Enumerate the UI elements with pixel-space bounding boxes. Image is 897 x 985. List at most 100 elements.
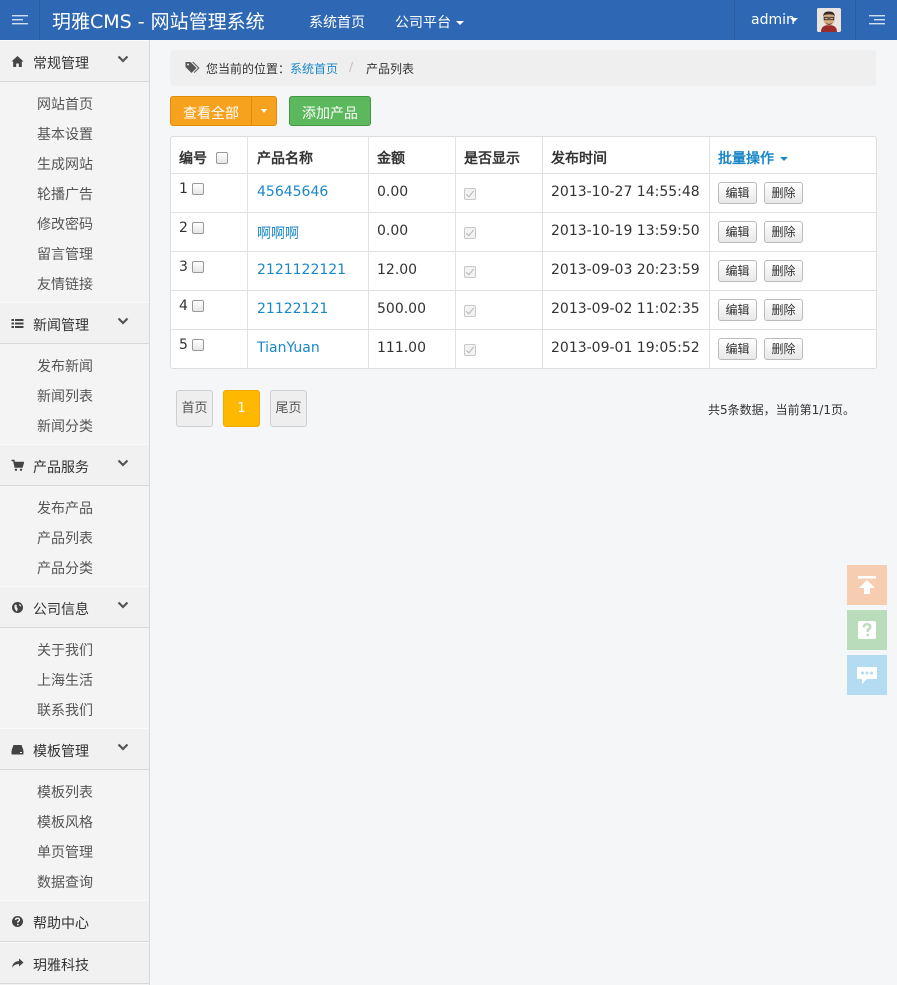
sidebar-item-change-password[interactable]: 修改密码 <box>37 214 93 234</box>
delete-button[interactable]: 删除 <box>764 260 803 282</box>
row-checkbox[interactable] <box>192 261 204 273</box>
row-id: 2 <box>179 220 188 236</box>
breadcrumb-home-link[interactable]: 系统首页 <box>290 60 338 77</box>
chat-button[interactable] <box>847 655 887 695</box>
share-icon <box>12 958 24 968</box>
question-icon <box>858 621 876 639</box>
sidebar-group-news[interactable]: 新闻管理 <box>0 302 149 344</box>
view-all-label: 查看全部 <box>183 106 239 122</box>
product-name-link[interactable]: 2121122121 <box>257 262 346 278</box>
sidebar-item-carousel-ads[interactable]: 轮播广告 <box>37 184 93 204</box>
product-name-link[interactable]: TianYuan <box>257 340 320 356</box>
add-product-button[interactable]: 添加产品 <box>289 96 371 126</box>
menu-right-icon <box>869 15 885 25</box>
sidebar-item-publish-product[interactable]: 发布产品 <box>37 498 93 518</box>
visible-checkbox <box>464 188 476 200</box>
row-amount: 12.00 <box>377 262 418 278</box>
sidebar-item-messages[interactable]: 留言管理 <box>37 244 93 264</box>
delete-button[interactable]: 删除 <box>764 299 803 321</box>
sidebar-group-label: 常规管理 <box>33 56 89 72</box>
chevron-down-icon <box>117 601 129 609</box>
help-button[interactable] <box>847 610 887 650</box>
row-checkbox[interactable] <box>192 300 204 312</box>
table-divider <box>542 137 543 368</box>
sidebar-item-product-list[interactable]: 产品列表 <box>37 528 93 548</box>
sidebar-item-about-us[interactable]: 关于我们 <box>37 640 93 660</box>
sidebar-group-label: 玥雅科技 <box>33 958 89 974</box>
delete-button[interactable]: 删除 <box>764 182 803 204</box>
sidebar-group-yueya-tech[interactable]: 玥雅科技 <box>0 942 149 984</box>
column-header-amount: 金额 <box>377 151 405 167</box>
home-icon <box>11 56 24 67</box>
row-amount: 0.00 <box>377 223 409 239</box>
edit-button[interactable]: 编辑 <box>718 182 757 204</box>
sidebar-submenu-general: 网站首页 基本设置 生成网站 轮播广告 修改密码 留言管理 友情链接 <box>0 82 149 302</box>
product-name-link[interactable]: 啊啊啊 <box>257 223 299 243</box>
product-table: 编号 产品名称 金额 是否显示 发布时间 批量操作 1 45645646 0.0… <box>170 136 877 369</box>
sidebar-group-templates[interactable]: 模板管理 <box>0 728 149 770</box>
delete-button[interactable]: 删除 <box>764 221 803 243</box>
sidebar-submenu-templates: 模板列表 模板风格 单页管理 数据查询 <box>0 770 149 900</box>
sidebar-item-data-query[interactable]: 数据查询 <box>37 872 93 892</box>
select-all-checkbox[interactable] <box>216 152 228 164</box>
first-page-button[interactable]: 首页 <box>176 390 213 427</box>
sidebar-item-site-home[interactable]: 网站首页 <box>37 94 93 114</box>
column-header-time: 发布时间 <box>551 151 607 167</box>
nav-system-home[interactable]: 系统首页 <box>309 12 365 32</box>
breadcrumb: 您当前的位置： 系统首页 / 产品列表 <box>170 50 876 86</box>
add-product-label: 添加产品 <box>302 106 358 122</box>
delete-button[interactable]: 删除 <box>764 338 803 360</box>
column-header-id: 编号 <box>179 151 207 167</box>
view-all-split-button[interactable]: 查看全部 <box>170 96 277 126</box>
table-divider <box>368 137 369 368</box>
sidebar-item-friend-links[interactable]: 友情链接 <box>37 274 93 294</box>
sidebar-item-contact-us[interactable]: 联系我们 <box>37 700 93 720</box>
current-page-button[interactable]: 1 <box>223 390 260 427</box>
batch-actions-dropdown[interactable]: 批量操作 <box>718 148 788 168</box>
caret-down-icon <box>456 21 464 25</box>
sidebar-item-news-category[interactable]: 新闻分类 <box>37 416 93 436</box>
app-brand-title[interactable]: 玥雅CMS - 网站管理系统 <box>52 7 265 34</box>
sidebar-item-single-page[interactable]: 单页管理 <box>37 842 93 862</box>
row-checkbox[interactable] <box>192 183 204 195</box>
top-navbar: 玥雅CMS - 网站管理系统 系统首页 公司平台 admin <box>0 0 897 40</box>
sidebar-item-product-category[interactable]: 产品分类 <box>37 558 93 578</box>
table-divider <box>455 137 456 368</box>
sidebar-item-generate-site[interactable]: 生成网站 <box>37 154 93 174</box>
tags-icon <box>185 62 200 73</box>
edit-button[interactable]: 编辑 <box>718 221 757 243</box>
user-name: admin <box>751 12 795 28</box>
last-page-button[interactable]: 尾页 <box>270 390 307 427</box>
sidebar-item-basic-settings[interactable]: 基本设置 <box>37 124 93 144</box>
sidebar-item-shanghai-life[interactable]: 上海生活 <box>37 670 93 690</box>
product-name-link[interactable]: 45645646 <box>257 184 328 200</box>
sidebar-item-publish-news[interactable]: 发布新闻 <box>37 356 93 376</box>
row-checkbox[interactable] <box>192 222 204 234</box>
user-menu[interactable]: admin <box>734 0 856 40</box>
sidebar-group-products[interactable]: 产品服务 <box>0 444 149 486</box>
sidebar-item-template-style[interactable]: 模板风格 <box>37 812 93 832</box>
sidebar-group-help[interactable]: 帮助中心 <box>0 900 149 942</box>
sidebar-group-label: 新闻管理 <box>33 318 89 334</box>
question-icon <box>12 916 23 927</box>
product-name-link[interactable]: 21122121 <box>257 301 328 317</box>
back-to-top-button[interactable] <box>847 565 887 605</box>
edit-button[interactable]: 编辑 <box>718 338 757 360</box>
visible-checkbox <box>464 344 476 356</box>
sidebar-item-template-list[interactable]: 模板列表 <box>37 782 93 802</box>
row-time: 2013-09-02 11:02:35 <box>551 301 700 317</box>
sidebar-item-news-list[interactable]: 新闻列表 <box>37 386 93 406</box>
edit-button[interactable]: 编辑 <box>718 260 757 282</box>
visible-checkbox <box>464 266 476 278</box>
chevron-down-icon <box>117 459 129 467</box>
table-divider <box>171 251 876 252</box>
sidebar-toggle-button[interactable] <box>0 0 40 40</box>
row-checkbox[interactable] <box>192 339 204 351</box>
right-panel-toggle-button[interactable] <box>857 0 897 40</box>
sidebar-group-company[interactable]: 公司信息 <box>0 586 149 628</box>
list-icon <box>11 319 24 328</box>
edit-button[interactable]: 编辑 <box>718 299 757 321</box>
nav-company-platform-dropdown[interactable]: 公司平台 <box>395 12 464 32</box>
caret-down-icon[interactable] <box>261 109 267 113</box>
sidebar-group-general[interactable]: 常规管理 <box>0 40 149 82</box>
